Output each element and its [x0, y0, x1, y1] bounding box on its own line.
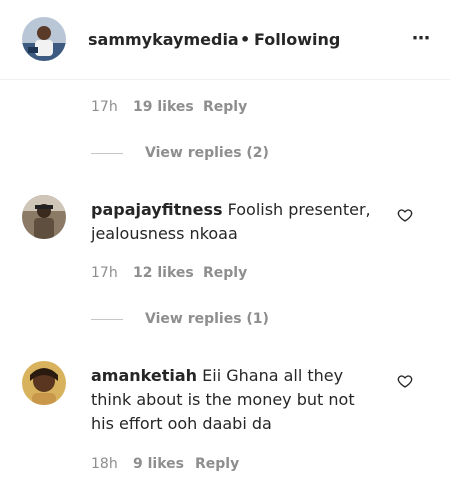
- separator-dot: •: [240, 30, 251, 49]
- comment-meta: 18h 9 likes Reply: [91, 456, 291, 474]
- comment-body: amanketiah Eii Ghana all they think abou…: [91, 364, 391, 436]
- author-avatar[interactable]: [22, 17, 66, 61]
- comment-meta: 17h 12 likes Reply: [91, 265, 291, 283]
- author-username[interactable]: sammykaymedia: [88, 30, 239, 49]
- comment-time: 18h: [91, 456, 118, 472]
- comment-text-line: think about is the money but not: [91, 390, 355, 409]
- commenter-avatar[interactable]: [22, 361, 66, 405]
- view-replies-label[interactable]: View replies (1): [145, 311, 269, 327]
- reply-button[interactable]: Reply: [195, 456, 239, 472]
- reply-button[interactable]: Reply: [203, 265, 247, 281]
- heart-icon[interactable]: [397, 207, 413, 223]
- view-replies-label[interactable]: View replies (2): [145, 145, 269, 161]
- comment-time: 17h: [91, 99, 118, 115]
- commenter-username[interactable]: amanketiah: [91, 366, 197, 385]
- view-replies[interactable]: View replies (1): [91, 311, 291, 329]
- commenter-username[interactable]: papajayfitness: [91, 200, 223, 219]
- comment-text-line: Foolish presenter,: [227, 200, 371, 219]
- comment-time: 17h: [91, 265, 118, 281]
- comment-likes[interactable]: 12 likes: [133, 265, 194, 281]
- comment-meta: 17h 19 likes Reply: [91, 99, 291, 117]
- following-button[interactable]: Following: [254, 30, 340, 49]
- commenter-avatar[interactable]: [22, 195, 66, 239]
- comment-likes[interactable]: 9 likes: [133, 456, 184, 472]
- heart-icon[interactable]: [397, 373, 413, 389]
- post-header: sammykaymedia • Following ⋯: [0, 0, 450, 80]
- comment-text-line: jealousness nkoaa: [91, 224, 238, 243]
- comment-text-line: his effort ooh daabi da: [91, 414, 272, 433]
- view-replies[interactable]: View replies (2): [91, 145, 291, 163]
- replies-divider-line: [91, 153, 123, 154]
- reply-button[interactable]: Reply: [203, 99, 247, 115]
- comment-body: papajayfitness Foolish presenter, jealou…: [91, 198, 391, 246]
- more-options-icon[interactable]: ⋯: [412, 28, 431, 49]
- replies-divider-line: [91, 319, 123, 320]
- comment-likes[interactable]: 19 likes: [133, 99, 194, 115]
- comment-text-line: Eii Ghana all they: [202, 366, 344, 385]
